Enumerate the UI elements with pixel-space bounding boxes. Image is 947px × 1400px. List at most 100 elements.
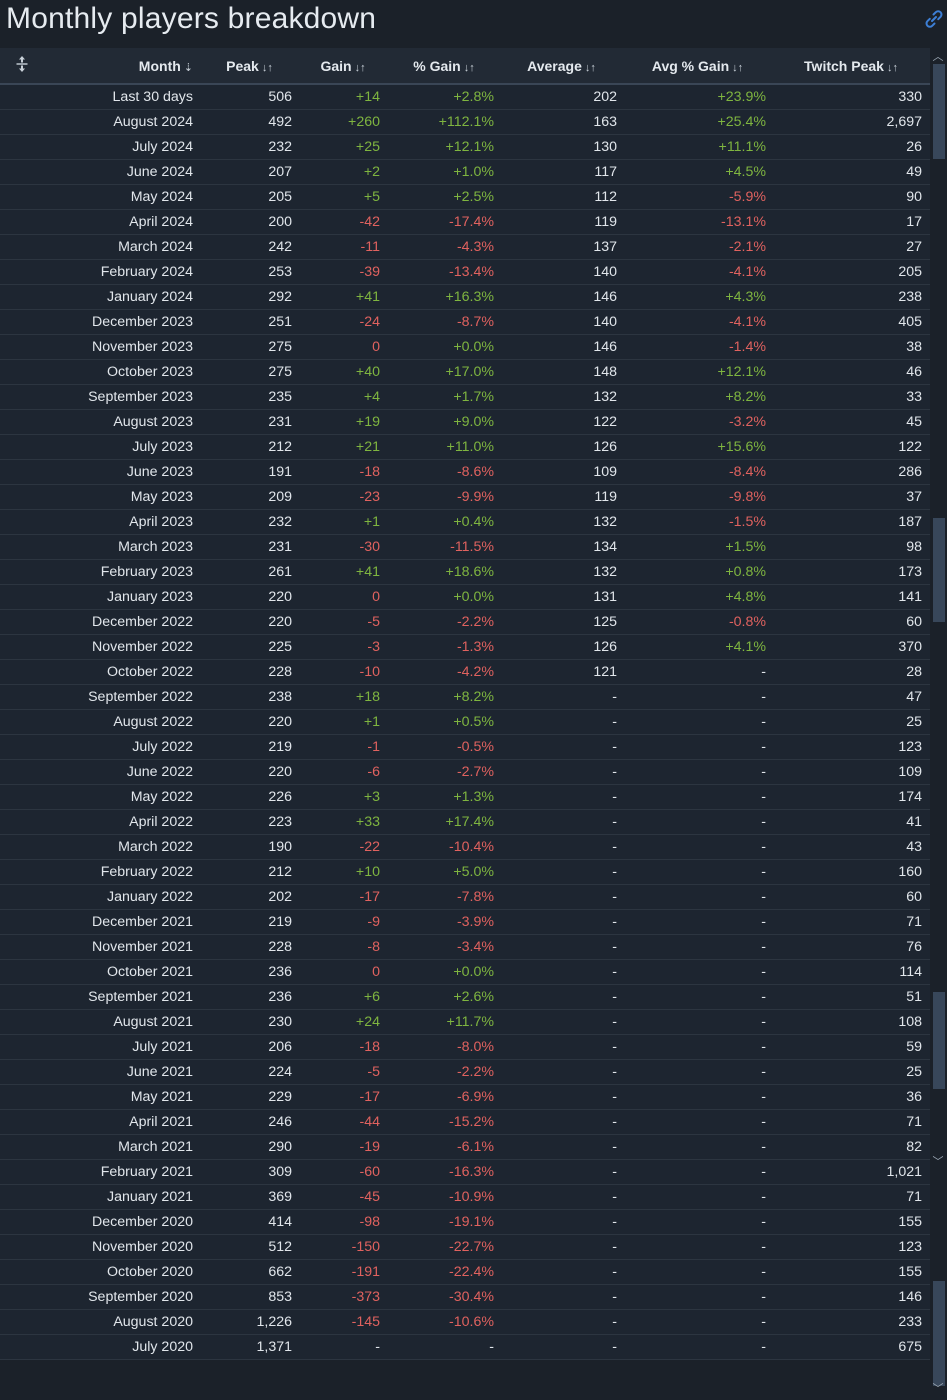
cell-gain: -42: [298, 209, 388, 235]
column-drag-handle[interactable]: [0, 48, 44, 85]
cell-percent-gain: +16.3%: [388, 284, 500, 310]
table-row: December 2020 414 -98 -19.1% - -155: [0, 1209, 930, 1235]
cell-gain: +10: [298, 859, 388, 885]
cell-peak: 223: [201, 809, 298, 835]
cell-average: 146: [500, 334, 623, 360]
cell-average: -: [500, 1184, 623, 1210]
scroll-up-icon[interactable]: ︿: [932, 51, 944, 63]
cell-percent-gain: -22.7%: [388, 1234, 500, 1260]
cell-peak: 369: [201, 1184, 298, 1210]
header-percent-gain[interactable]: % Gain ↓↑: [388, 48, 500, 85]
cell-peak: 202: [201, 884, 298, 910]
header-twitch-peak[interactable]: Twitch Peak ↓↑: [772, 48, 930, 85]
cell-average: -: [500, 1059, 623, 1085]
cell-twitch-peak: 41: [772, 809, 930, 835]
cell-gain: +21: [298, 434, 388, 460]
table-row: July 2020 1,371- - - -675: [0, 1334, 930, 1360]
scrollbar-thumb[interactable]: [933, 518, 945, 622]
cell-twitch-peak: 405: [772, 309, 930, 335]
cell-percent-gain: +9.0%: [388, 409, 500, 435]
cell-average: -: [500, 1309, 623, 1335]
header-twitch-peak-label: Twitch Peak: [804, 57, 884, 74]
cell-twitch-peak: 98: [772, 534, 930, 560]
cell-percent-gain: -2.7%: [388, 759, 500, 785]
table-row: December 2023 251 -24 -8.7% 140 -4.1% 405: [0, 309, 930, 335]
table-header: Month ⇣ Peak ↓↑ Gain ↓↑ % Gain ↓↑ Average ↓↑ …: [0, 48, 930, 85]
sort-icon: ↓↑: [584, 61, 596, 74]
cell-percent-gain: -11.5%: [388, 534, 500, 560]
scroll-down-icon[interactable]: ﹀: [932, 1383, 944, 1395]
link-icon[interactable]: [923, 8, 945, 30]
cell-average: 137: [500, 234, 623, 260]
cell-avg-percent-gain: -: [623, 1034, 772, 1060]
scrollbar-thumb[interactable]: [933, 64, 945, 159]
cell-month: December 2022: [44, 609, 201, 635]
cell-avg-percent-gain: -1.5%: [623, 509, 772, 535]
cell-twitch-peak: 146: [772, 1284, 930, 1310]
cell-twitch-peak: 71: [772, 1109, 930, 1135]
cell-peak: 209: [201, 484, 298, 510]
cell-gain: +2: [298, 159, 388, 185]
row-spacer: [0, 109, 44, 135]
header-month[interactable]: Month ⇣: [44, 48, 201, 85]
cell-avg-percent-gain: -: [623, 809, 772, 835]
scrollbar-thumb[interactable]: [933, 1281, 945, 1386]
row-spacer: [0, 1109, 44, 1135]
cell-percent-gain: +11.7%: [388, 1009, 500, 1035]
table-row: January 2023 220 0 +0.0% 131 +4.8% 141: [0, 584, 930, 610]
cell-avg-percent-gain: -: [623, 1259, 772, 1285]
cell-twitch-peak: 1,021: [772, 1159, 930, 1185]
cell-average: -: [500, 934, 623, 960]
cell-twitch-peak: 51: [772, 984, 930, 1010]
cell-gain: -: [298, 1334, 388, 1360]
cell-twitch-peak: 71: [772, 909, 930, 935]
cell-gain: -19: [298, 1134, 388, 1160]
cell-twitch-peak: 238: [772, 284, 930, 310]
header-peak[interactable]: Peak ↓↑: [201, 48, 298, 85]
scroll-down-icon[interactable]: ﹀: [932, 1156, 944, 1168]
cell-avg-percent-gain: -: [623, 1109, 772, 1135]
cell-peak: 853: [201, 1284, 298, 1310]
resize-vertical-icon: [16, 56, 28, 72]
cell-avg-percent-gain: -4.1%: [623, 309, 772, 335]
header-average[interactable]: Average ↓↑: [500, 48, 623, 85]
table-row: June 2024 207 +2 +1.0% 117 +4.5% 49: [0, 159, 930, 185]
row-spacer: [0, 359, 44, 385]
cell-peak: 1,371: [201, 1334, 298, 1360]
cell-gain: -9: [298, 909, 388, 935]
cell-month: July 2020: [44, 1334, 201, 1360]
row-spacer: [0, 1184, 44, 1210]
table-row: August 2023 231 +19 +9.0% 122 -3.2% 45: [0, 409, 930, 435]
row-spacer: [0, 1034, 44, 1060]
row-spacer: [0, 634, 44, 660]
cell-avg-percent-gain: -8.4%: [623, 459, 772, 485]
row-spacer: [0, 884, 44, 910]
cell-average: -: [500, 809, 623, 835]
table-row: January 2021 369 -45 -10.9% - -71: [0, 1184, 930, 1210]
scrollbar-thumb[interactable]: [933, 992, 945, 1089]
cell-percent-gain: -8.0%: [388, 1034, 500, 1060]
row-spacer: [0, 1009, 44, 1035]
cell-percent-gain: -3.9%: [388, 909, 500, 935]
cell-month: August 2021: [44, 1009, 201, 1035]
cell-avg-percent-gain: -: [623, 1009, 772, 1035]
cell-percent-gain: -3.4%: [388, 934, 500, 960]
table-row: August 2021 230 +24 +11.7% - -108: [0, 1009, 930, 1035]
table-row: July 2022 219 -1 -0.5% - -123: [0, 734, 930, 760]
table-row: February 2024 253 -39 -13.4% 140 -4.1% 205: [0, 259, 930, 285]
cell-twitch-peak: 90: [772, 184, 930, 210]
row-spacer: [0, 1234, 44, 1260]
cell-avg-percent-gain: -: [623, 709, 772, 735]
cell-gain: +4: [298, 384, 388, 410]
row-spacer: [0, 434, 44, 460]
cell-peak: 230: [201, 1009, 298, 1035]
cell-peak: 232: [201, 509, 298, 535]
cell-month: October 2020: [44, 1259, 201, 1285]
header-avg-percent-gain[interactable]: Avg % Gain ↓↑: [623, 48, 772, 85]
players-table-container[interactable]: Month ⇣ Peak ↓↑ Gain ↓↑ % Gain ↓↑ Average ↓↑ …: [0, 48, 930, 1400]
cell-percent-gain: -0.5%: [388, 734, 500, 760]
table-row: July 2023 212 +21 +11.0% 126 +15.6% 122: [0, 434, 930, 460]
cell-peak: 206: [201, 1034, 298, 1060]
header-gain[interactable]: Gain ↓↑: [298, 48, 388, 85]
cell-month: October 2021: [44, 959, 201, 985]
